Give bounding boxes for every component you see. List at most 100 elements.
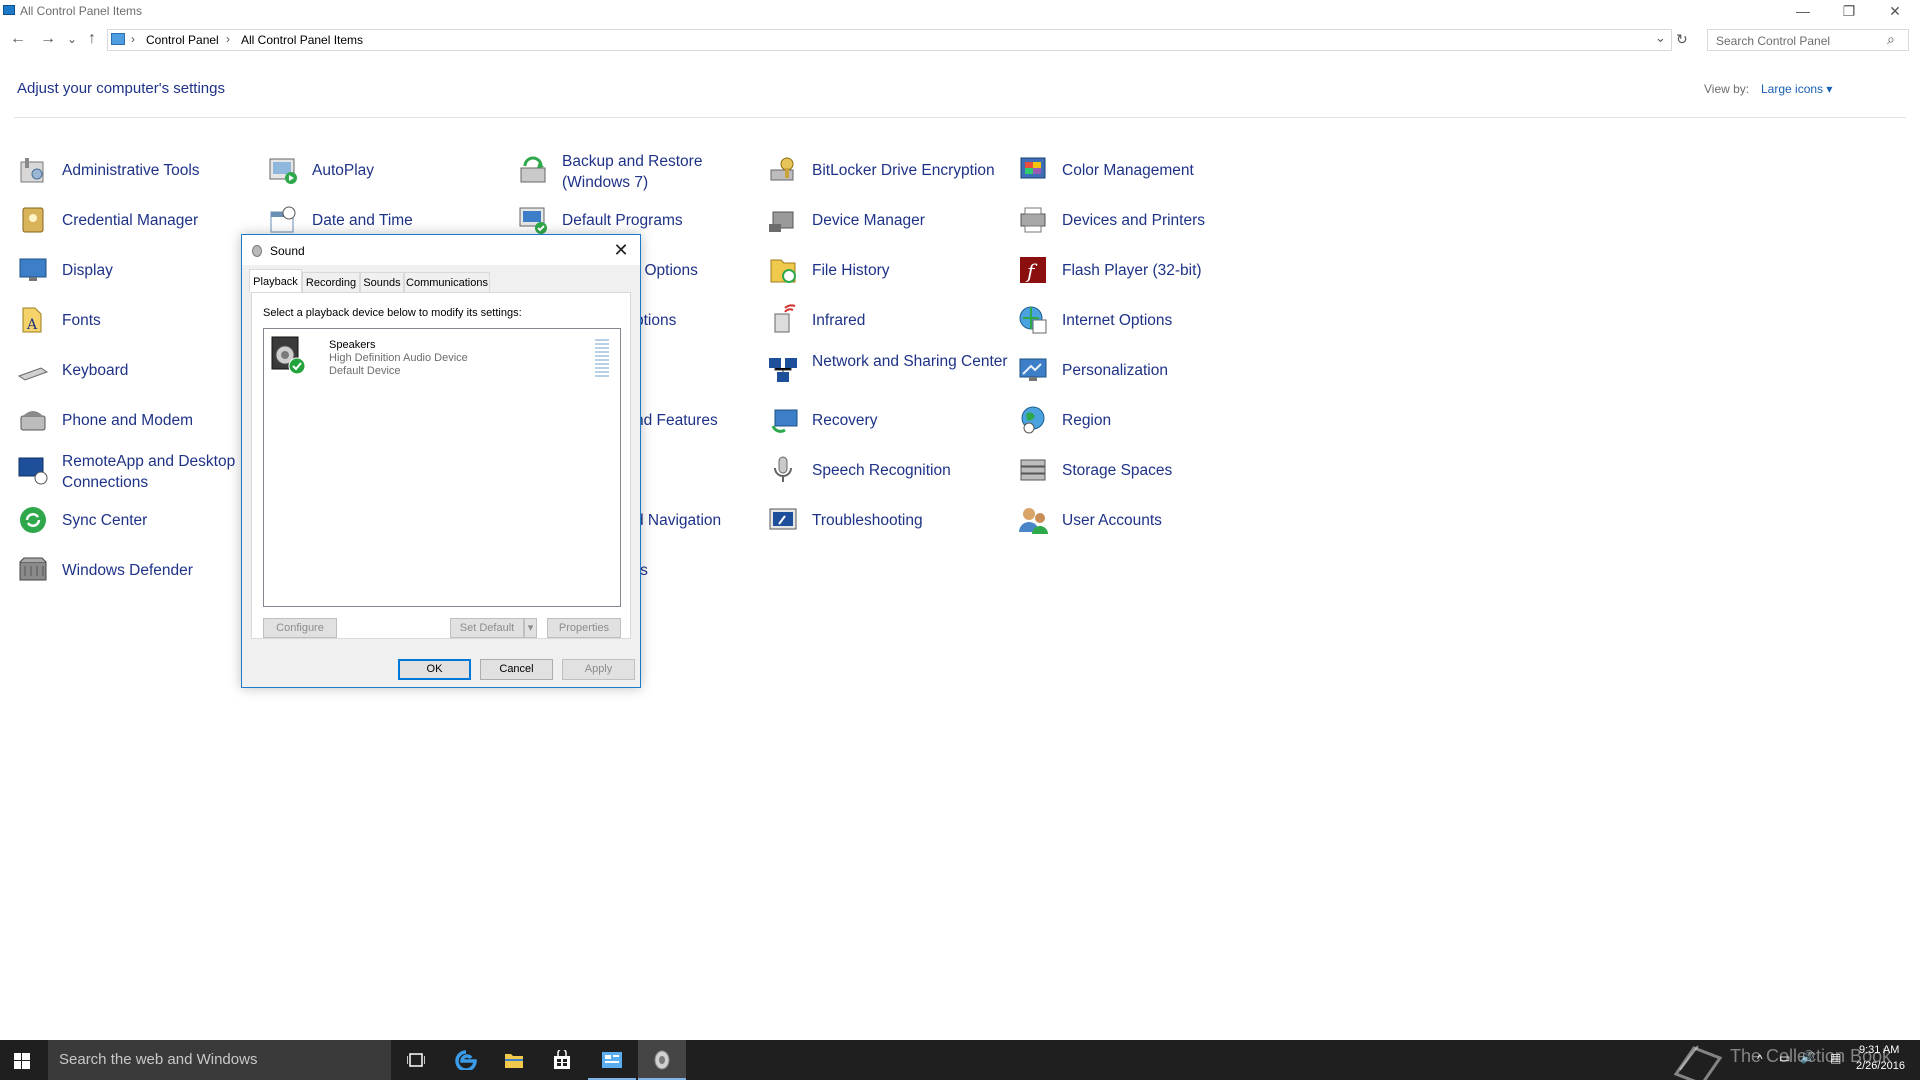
item-network-and-sharing[interactable]: Network and Sharing Center xyxy=(767,352,1008,400)
breadcrumb-all-items[interactable]: All Control Panel Items xyxy=(241,33,363,47)
item-flash-player[interactable]: f Flash Player (32-bit) xyxy=(1017,252,1257,300)
tab-communications[interactable]: Communications xyxy=(404,272,490,292)
recovery-icon xyxy=(771,409,798,433)
user-accounts-icon xyxy=(1019,508,1048,534)
item-remoteapp[interactable]: RemoteApp and Desktop Connections xyxy=(17,452,257,500)
cancel-button[interactable]: Cancel xyxy=(480,659,553,680)
keyboard-icon xyxy=(17,367,49,381)
date-time-icon xyxy=(270,206,296,233)
taskbar-file-explorer[interactable] xyxy=(490,1040,538,1080)
item-label: Recovery xyxy=(812,412,878,429)
item-internet-options[interactable]: Internet Options xyxy=(1017,302,1257,350)
item-storage-spaces[interactable]: Storage Spaces xyxy=(1017,452,1257,500)
item-region[interactable]: Region xyxy=(1017,402,1257,450)
clock-date[interactable]: 2/26/2016 xyxy=(1856,1060,1905,1072)
restore-button[interactable]: ❐ xyxy=(1826,0,1872,22)
windows-start-icon[interactable] xyxy=(14,1053,30,1069)
item-user-accounts[interactable]: User Accounts xyxy=(1017,502,1257,550)
volume-tray-icon[interactable]: 🔊 xyxy=(1800,1050,1815,1064)
search-input[interactable]: Search Control Panel xyxy=(1707,29,1909,51)
taskbar-control-panel[interactable] xyxy=(588,1040,636,1080)
address-dropdown-button[interactable]: ⌄ xyxy=(1655,30,1666,46)
edge-icon xyxy=(455,1050,477,1070)
store-icon xyxy=(554,1050,570,1069)
item-troubleshooting[interactable]: Troubleshooting xyxy=(767,502,1007,550)
item-display[interactable]: Display xyxy=(17,252,257,300)
refresh-button[interactable]: ↻ xyxy=(1676,31,1688,48)
view-by-dropdown[interactable]: Large icons ▾ xyxy=(1761,82,1832,96)
taskbar: Search the web and Windows The Collectio… xyxy=(0,1040,1920,1080)
taskbar-edge[interactable] xyxy=(442,1040,490,1080)
sync-center-icon xyxy=(20,507,46,533)
item-credential-manager[interactable]: Credential Manager xyxy=(17,202,257,250)
device-manager-icon xyxy=(769,211,794,232)
credential-manager-icon xyxy=(22,207,44,233)
file-history-icon xyxy=(770,259,796,283)
properties-button[interactable]: Properties xyxy=(547,618,621,638)
network-tray-icon[interactable]: ▭ xyxy=(1779,1051,1790,1065)
item-label: Speech Recognition xyxy=(812,462,951,479)
control-panel-icon xyxy=(111,33,125,45)
recent-locations-button[interactable]: ⌄ xyxy=(62,32,82,46)
tab-playback[interactable]: Playback xyxy=(249,269,302,293)
color-management-icon xyxy=(1020,157,1046,179)
item-bitlocker[interactable]: BitLocker Drive Encryption xyxy=(767,152,1007,200)
task-view-button[interactable] xyxy=(392,1040,440,1080)
header-divider xyxy=(14,117,1906,118)
show-hidden-icons-button[interactable]: ^ xyxy=(1757,1052,1763,1066)
item-administrative-tools[interactable]: Administrative Tools xyxy=(17,152,257,200)
close-button[interactable]: ✕ xyxy=(1872,0,1918,22)
item-speech-recognition[interactable]: Speech Recognition xyxy=(767,452,1007,500)
tab-recording[interactable]: Recording xyxy=(302,272,360,292)
level-bar xyxy=(595,351,609,353)
back-button[interactable]: ← xyxy=(8,30,28,48)
item-label: BitLocker Drive Encryption xyxy=(812,162,995,179)
volume-level-meter xyxy=(595,339,609,379)
item-label: rs xyxy=(635,562,648,579)
file-explorer-icon xyxy=(505,1054,523,1068)
device-list[interactable] xyxy=(263,328,621,607)
item-fonts[interactable]: A Fonts xyxy=(17,302,257,350)
action-center-icon[interactable]: ▤ xyxy=(1830,1051,1841,1065)
level-bar xyxy=(595,371,609,373)
set-default-dropdown-button[interactable]: ▾ xyxy=(524,618,537,638)
item-keyboard[interactable]: Keyboard xyxy=(17,352,257,400)
item-phone-and-modem[interactable]: Phone and Modem xyxy=(17,402,257,450)
item-color-management[interactable]: Color Management xyxy=(1017,152,1257,200)
configure-button[interactable]: Configure xyxy=(263,618,337,638)
taskbar-sound[interactable] xyxy=(638,1040,686,1080)
dialog-close-button[interactable]: ✕ xyxy=(606,238,636,262)
level-bar xyxy=(595,375,609,377)
apply-button[interactable]: Apply xyxy=(562,659,635,680)
minimize-button[interactable]: — xyxy=(1780,0,1826,22)
item-label: Flash Player (32-bit) xyxy=(1062,262,1202,279)
tab-sounds[interactable]: Sounds xyxy=(360,272,404,292)
item-windows-defender[interactable]: Windows Defender xyxy=(17,552,257,600)
item-sync-center[interactable]: Sync Center xyxy=(17,502,257,550)
level-bar xyxy=(595,347,609,349)
device-name[interactable]: Speakers xyxy=(329,339,375,351)
forward-button[interactable]: → xyxy=(38,30,58,48)
display-icon xyxy=(19,258,47,281)
item-file-history[interactable]: File History xyxy=(767,252,1007,300)
item-label: Troubleshooting xyxy=(812,512,923,529)
breadcrumb-control-panel[interactable]: Control Panel xyxy=(146,33,219,47)
taskbar-store[interactable] xyxy=(538,1040,586,1080)
personalization-icon xyxy=(1019,358,1047,381)
item-devices-and-printers[interactable]: Devices and Printers xyxy=(1017,202,1257,250)
clock-time[interactable]: 9:31 AM xyxy=(1859,1044,1899,1056)
item-personalization[interactable]: Personalization xyxy=(1017,352,1257,400)
bitlocker-icon xyxy=(770,157,794,181)
item-device-manager[interactable]: Device Manager xyxy=(767,202,1007,250)
item-backup-and-restore[interactable]: Backup and Restore (Windows 7) xyxy=(517,152,757,200)
set-default-button[interactable]: Set Default xyxy=(450,618,524,638)
item-autoplay[interactable]: AutoPlay xyxy=(267,152,507,200)
item-label: Network and Sharing Center xyxy=(812,353,1008,370)
level-bar xyxy=(595,355,609,357)
item-recovery[interactable]: Recovery xyxy=(767,402,1007,450)
up-button[interactable]: ↑ xyxy=(82,30,102,48)
search-icon[interactable]: ⌕ xyxy=(1887,31,1895,48)
taskbar-search-input[interactable]: Search the web and Windows xyxy=(48,1040,391,1080)
ok-button[interactable]: OK xyxy=(398,659,471,680)
item-infrared[interactable]: Infrared xyxy=(767,302,1007,350)
